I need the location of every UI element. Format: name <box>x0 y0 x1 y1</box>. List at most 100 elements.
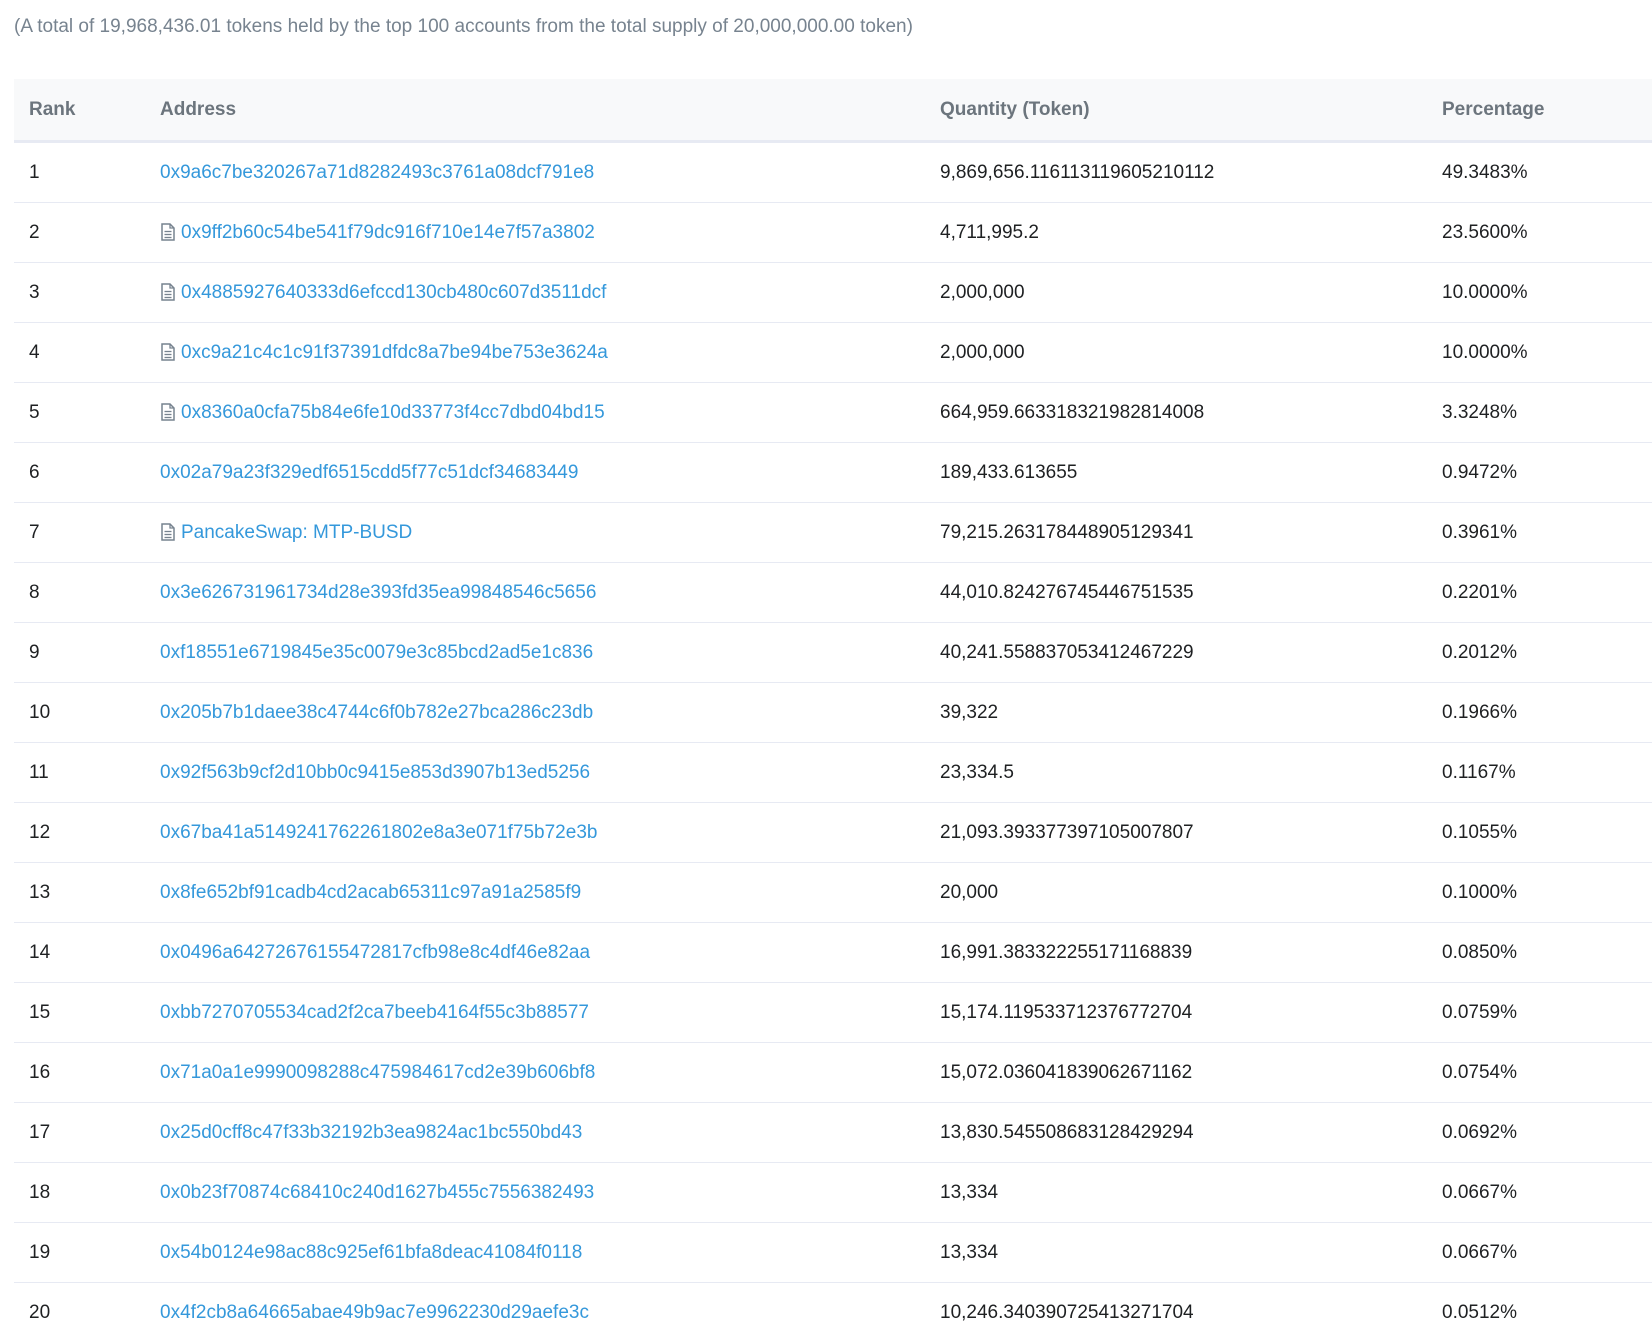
quantity-cell: 15,072.036041839062671162 <box>940 1043 1442 1103</box>
quantity-cell: 39,322 <box>940 683 1442 743</box>
quantity-cell: 79,215.263178448905129341 <box>940 503 1442 563</box>
header-quantity: Quantity (Token) <box>940 79 1442 142</box>
rank-cell: 2 <box>14 203 160 263</box>
table-row-2: 2 0x9ff2b60c54be541f79dc916f710e14e7f57a… <box>14 203 1652 263</box>
rank-cell: 5 <box>14 383 160 443</box>
percentage-cell: 23.5600% <box>1442 203 1652 263</box>
table-row-18: 18 0x0b23f70874c68410c240d1627b455c75563… <box>14 1163 1652 1223</box>
table-row-4: 4 0xc9a21c4c1c91f37391dfdc8a7be94be753e3… <box>14 323 1652 383</box>
table-row-3: 3 0x4885927640333d6efccd130cb480c607d351… <box>14 263 1652 323</box>
quantity-cell: 9,869,656.116113119605210112 <box>940 142 1442 203</box>
address-link[interactable]: 0xbb7270705534cad2f2ca7beeb4164f55c3b885… <box>160 1002 589 1023</box>
address-link[interactable]: 0x4f2cb8a64665abae49b9ac7e9962230d29aefe… <box>160 1302 589 1323</box>
address-cell: 0x8fe652bf91cadb4cd2acab65311c97a91a2585… <box>160 863 940 923</box>
table-row-8: 8 0x3e626731961734d28e393fd35ea99848546c… <box>14 563 1652 623</box>
percentage-cell: 0.0850% <box>1442 923 1652 983</box>
table-row-12: 12 0x67ba41a5149241762261802e8a3e071f75b… <box>14 803 1652 863</box>
address-cell: 0xf18551e6719845e35c0079e3c85bcd2ad5e1c8… <box>160 623 940 683</box>
address-link[interactable]: 0x9ff2b60c54be541f79dc916f710e14e7f57a38… <box>181 222 595 243</box>
header-percentage: Percentage <box>1442 79 1652 142</box>
percentage-cell: 0.0692% <box>1442 1103 1652 1163</box>
address-cell: 0x8360a0cfa75b84e6fe10d33773f4cc7dbd04bd… <box>160 383 940 443</box>
percentage-cell: 3.3248% <box>1442 383 1652 443</box>
address-link[interactable]: PancakeSwap: MTP-BUSD <box>181 522 412 543</box>
rank-cell: 8 <box>14 563 160 623</box>
address-cell: 0x71a0a1e9990098288c475984617cd2e39b606b… <box>160 1043 940 1103</box>
percentage-cell: 0.0667% <box>1442 1163 1652 1223</box>
rank-cell: 18 <box>14 1163 160 1223</box>
rank-cell: 16 <box>14 1043 160 1103</box>
header-address: Address <box>160 79 940 142</box>
address-cell: 0x4f2cb8a64665abae49b9ac7e9962230d29aefe… <box>160 1283 940 1342</box>
address-link[interactable]: 0x02a79a23f329edf6515cdd5f77c51dcf346834… <box>160 462 578 483</box>
quantity-cell: 20,000 <box>940 863 1442 923</box>
rank-cell: 15 <box>14 983 160 1043</box>
address-link[interactable]: 0x67ba41a5149241762261802e8a3e071f75b72e… <box>160 822 597 843</box>
rank-cell: 11 <box>14 743 160 803</box>
percentage-cell: 0.9472% <box>1442 443 1652 503</box>
percentage-cell: 10.0000% <box>1442 323 1652 383</box>
address-cell: 0xc9a21c4c1c91f37391dfdc8a7be94be753e362… <box>160 323 940 383</box>
quantity-cell: 10,246.340390725413271704 <box>940 1283 1442 1342</box>
percentage-cell: 0.2201% <box>1442 563 1652 623</box>
table-row-17: 17 0x25d0cff8c47f33b32192b3ea9824ac1bc55… <box>14 1103 1652 1163</box>
percentage-cell: 0.1000% <box>1442 863 1652 923</box>
address-link[interactable]: 0x0b23f70874c68410c240d1627b455c75563824… <box>160 1182 594 1203</box>
address-cell: 0x02a79a23f329edf6515cdd5f77c51dcf346834… <box>160 443 940 503</box>
address-cell: 0x67ba41a5149241762261802e8a3e071f75b72e… <box>160 803 940 863</box>
rank-cell: 6 <box>14 443 160 503</box>
address-link[interactable]: 0x0496a64272676155472817cfb98e8c4df46e82… <box>160 942 590 963</box>
quantity-cell: 23,334.5 <box>940 743 1442 803</box>
table-row-20: 20 0x4f2cb8a64665abae49b9ac7e9962230d29a… <box>14 1283 1652 1342</box>
table-row-1: 1 0x9a6c7be320267a71d8282493c3761a08dcf7… <box>14 142 1652 203</box>
address-link[interactable]: 0x3e626731961734d28e393fd35ea99848546c56… <box>160 582 596 603</box>
rank-cell: 7 <box>14 503 160 563</box>
address-link[interactable]: 0x92f563b9cf2d10bb0c9415e853d3907b13ed52… <box>160 762 590 783</box>
percentage-cell: 0.1055% <box>1442 803 1652 863</box>
percentage-cell: 0.3961% <box>1442 503 1652 563</box>
table-row-11: 11 0x92f563b9cf2d10bb0c9415e853d3907b13e… <box>14 743 1652 803</box>
rank-cell: 17 <box>14 1103 160 1163</box>
table-row-9: 9 0xf18551e6719845e35c0079e3c85bcd2ad5e1… <box>14 623 1652 683</box>
quantity-cell: 664,959.663318321982814008 <box>940 383 1442 443</box>
address-link[interactable]: 0xf18551e6719845e35c0079e3c85bcd2ad5e1c8… <box>160 642 593 663</box>
address-link[interactable]: 0x54b0124e98ac88c925ef61bfa8deac41084f01… <box>160 1242 582 1263</box>
rank-cell: 19 <box>14 1223 160 1283</box>
table-row-19: 19 0x54b0124e98ac88c925ef61bfa8deac41084… <box>14 1223 1652 1283</box>
percentage-cell: 0.2012% <box>1442 623 1652 683</box>
rank-cell: 12 <box>14 803 160 863</box>
percentage-cell: 0.0512% <box>1442 1283 1652 1342</box>
table-row-13: 13 0x8fe652bf91cadb4cd2acab65311c97a91a2… <box>14 863 1652 923</box>
address-cell: 0xbb7270705534cad2f2ca7beeb4164f55c3b885… <box>160 983 940 1043</box>
address-link[interactable]: 0x4885927640333d6efccd130cb480c607d3511d… <box>181 282 606 303</box>
address-cell: 0x25d0cff8c47f33b32192b3ea9824ac1bc550bd… <box>160 1103 940 1163</box>
rank-cell: 20 <box>14 1283 160 1342</box>
rank-cell: 3 <box>14 263 160 323</box>
percentage-cell: 0.0667% <box>1442 1223 1652 1283</box>
address-link[interactable]: 0xc9a21c4c1c91f37391dfdc8a7be94be753e362… <box>181 342 608 363</box>
address-link[interactable]: 0x71a0a1e9990098288c475984617cd2e39b606b… <box>160 1062 595 1083</box>
quantity-cell: 2,000,000 <box>940 263 1442 323</box>
quantity-cell: 13,830.545508683128429294 <box>940 1103 1442 1163</box>
address-link[interactable]: 0x9a6c7be320267a71d8282493c3761a08dcf791… <box>160 162 594 183</box>
address-cell: 0x0496a64272676155472817cfb98e8c4df46e82… <box>160 923 940 983</box>
rank-cell: 1 <box>14 142 160 203</box>
table-row-16: 16 0x71a0a1e9990098288c475984617cd2e39b6… <box>14 1043 1652 1103</box>
address-link[interactable]: 0x8fe652bf91cadb4cd2acab65311c97a91a2585… <box>160 882 581 903</box>
holders-table: Rank Address Quantity (Token) Percentage… <box>14 79 1652 1342</box>
file-contract-icon <box>160 223 176 241</box>
holders-summary: (A total of 19,968,436.01 tokens held by… <box>14 14 913 40</box>
table-row-15: 15 0xbb7270705534cad2f2ca7beeb4164f55c3b… <box>14 983 1652 1043</box>
address-link[interactable]: 0x25d0cff8c47f33b32192b3ea9824ac1bc550bd… <box>160 1122 582 1143</box>
table-row-5: 5 0x8360a0cfa75b84e6fe10d33773f4cc7dbd04… <box>14 383 1652 443</box>
percentage-cell: 0.1167% <box>1442 743 1652 803</box>
rank-cell: 4 <box>14 323 160 383</box>
table-row-7: 7 PancakeSwap: MTP-BUSD 79,215.263178448… <box>14 503 1652 563</box>
address-link[interactable]: 0x205b7b1daee38c4744c6f0b782e27bca286c23… <box>160 702 593 723</box>
quantity-cell: 189,433.613655 <box>940 443 1442 503</box>
quantity-cell: 44,010.824276745446751535 <box>940 563 1442 623</box>
address-link[interactable]: 0x8360a0cfa75b84e6fe10d33773f4cc7dbd04bd… <box>181 402 605 423</box>
percentage-cell: 0.0759% <box>1442 983 1652 1043</box>
address-cell: 0x4885927640333d6efccd130cb480c607d3511d… <box>160 263 940 323</box>
quantity-cell: 4,711,995.2 <box>940 203 1442 263</box>
